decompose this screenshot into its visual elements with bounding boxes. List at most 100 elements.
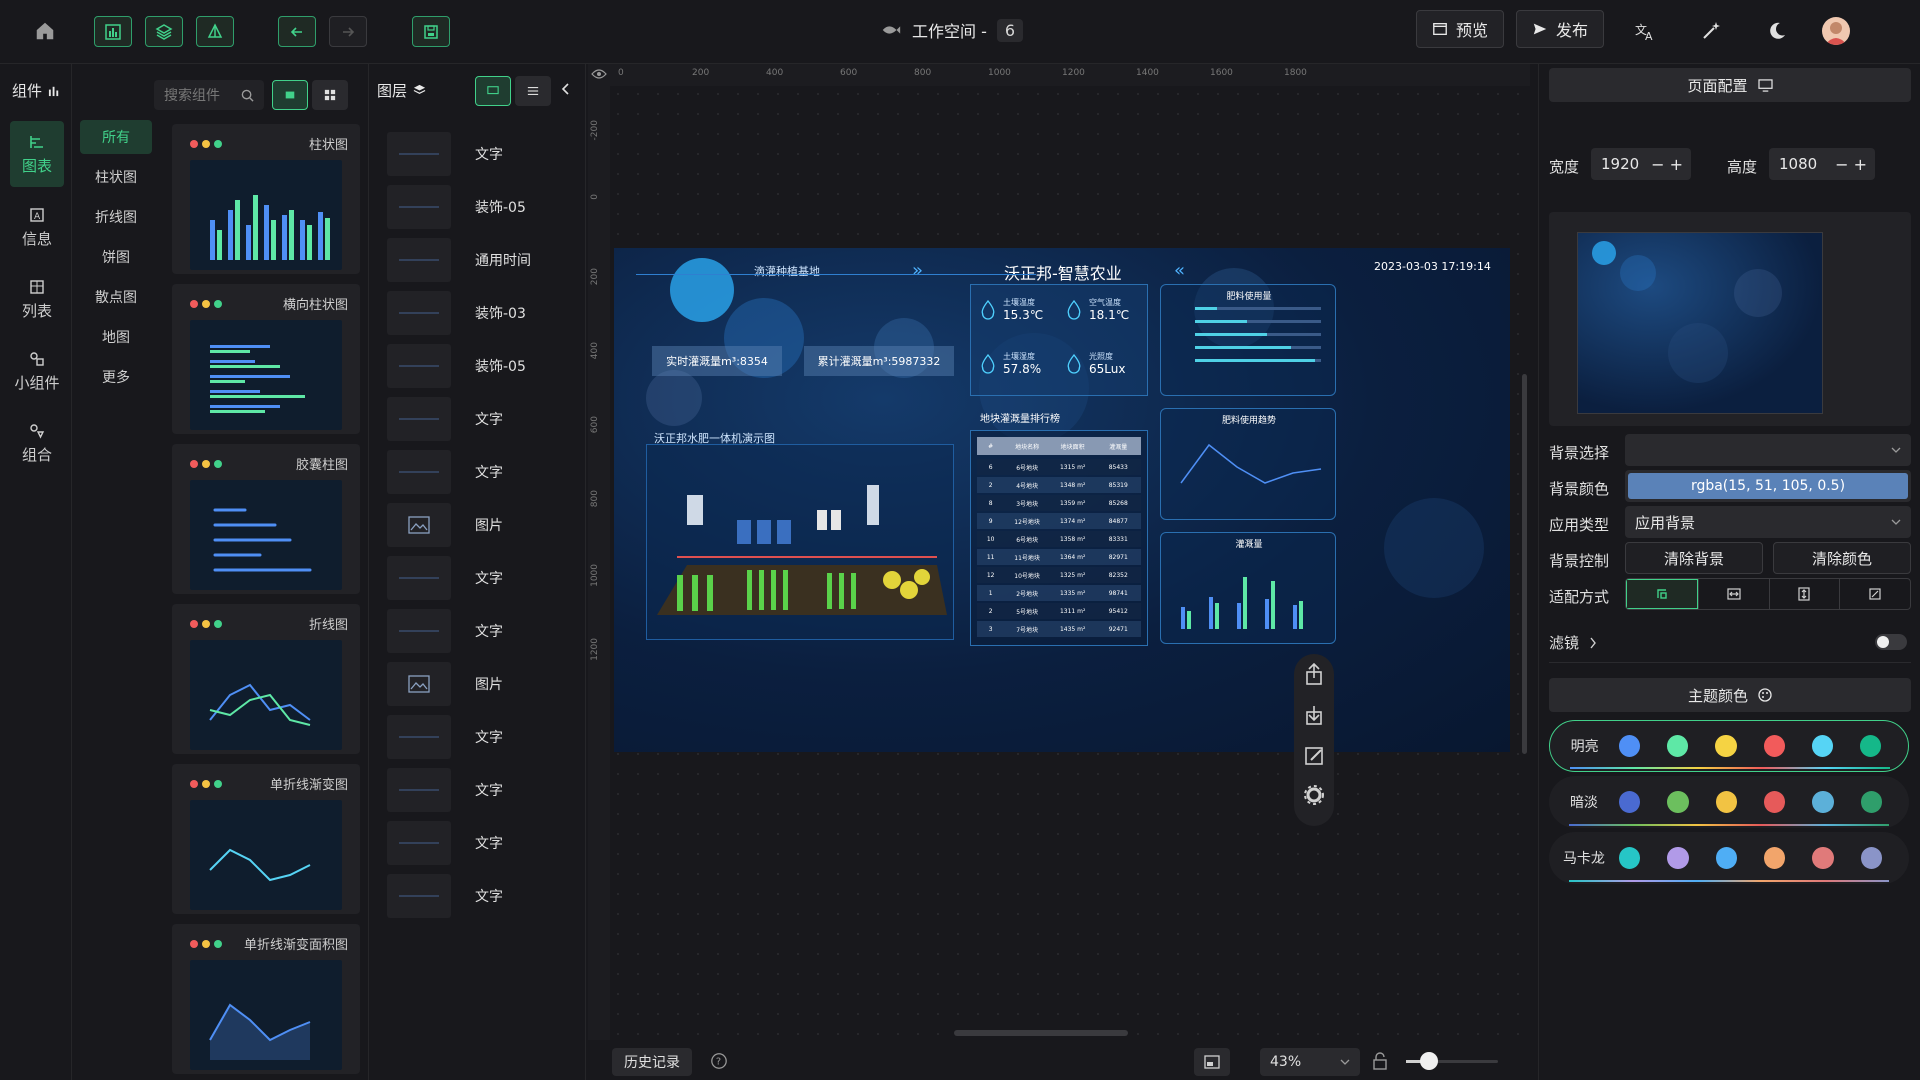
category-all[interactable]: 所有 [80,120,152,154]
layer-item[interactable]: 装饰-05 [387,342,577,390]
layer-item[interactable]: 装饰-03 [387,289,577,337]
theme-swatch [1811,735,1833,757]
home-icon[interactable] [34,20,58,44]
double-chevron-right-icon: » [912,260,924,281]
theme-option[interactable]: 暗淡 [1549,776,1909,828]
width-input[interactable]: 1920 − + [1591,148,1691,180]
apply-type-select[interactable]: 应用背景 [1625,506,1911,538]
layer-item[interactable]: 文字 [387,819,577,867]
dashboard-preview[interactable]: 滴灌种植基地 » 沃正邦-智慧农业 « 2023-03-03 17:19:14 … [614,248,1510,752]
widget-card-gradient-line[interactable]: 单折线渐变图 [172,764,360,914]
edit-icon[interactable] [1299,740,1329,774]
theme-option[interactable]: 明亮 [1549,720,1909,772]
avatar[interactable] [1822,17,1850,45]
layer-item[interactable]: 图片 [387,660,577,708]
preview-button[interactable]: 预览 [1416,10,1504,48]
height-input[interactable]: 1080 − + [1769,148,1875,180]
theme-option[interactable]: 马卡龙 [1549,832,1909,884]
category-bar[interactable]: 柱状图 [80,160,152,194]
card-view-button[interactable] [272,80,308,110]
theme-gradient-bar [1569,880,1889,882]
editor-canvas[interactable]: 0 200 400 600 800 1000 1200 1400 1600 1800 -200 0 2… [588,64,1530,1080]
category-line[interactable]: 折线图 [80,200,152,234]
ruler-tick: 200 [590,268,600,286]
collapse-chevron-icon[interactable] [559,82,573,100]
category-map[interactable]: 地图 [80,320,152,354]
filter-label: 滤镜 [1549,634,1580,652]
moon-icon[interactable] [1766,20,1788,46]
help-icon[interactable]: ? [710,1052,728,1074]
zoom-slider-handle[interactable] [1420,1052,1438,1070]
layer-item[interactable]: 文字 [387,130,577,178]
layer-item[interactable]: 装饰-05 [387,183,577,231]
translate-icon[interactable]: 文A [1634,20,1656,46]
component-search-input[interactable]: 搜索组件 [154,80,264,110]
category-more[interactable]: 更多 [80,360,152,394]
layer-list-view-button[interactable] [515,76,551,106]
layer-name: 图片 [475,518,503,534]
height-stepper[interactable]: − + [1835,155,1867,174]
history-button[interactable]: 历史记录 [612,1048,692,1076]
gear-icon[interactable] [1299,780,1329,814]
widget-card-horizontal-bar[interactable]: 横向柱状图 [172,284,360,434]
lock-icon[interactable] [1372,1052,1388,1074]
height-label: 高度 [1727,158,1758,176]
download-icon[interactable] [1299,700,1329,734]
ranking-header: # 地块名称 地块面积 灌溉量 [977,437,1141,455]
save-button[interactable] [412,16,450,47]
layer-item[interactable]: 文字 [387,872,577,920]
zoom-select[interactable]: 43% [1260,1048,1360,1076]
widget-card-capsule-bar[interactable]: 胶囊柱图 [172,444,360,594]
layer-item[interactable]: 文字 [387,607,577,655]
chart-toggle-button[interactable] [94,16,132,47]
horizontal-scrollbar[interactable] [954,1030,1128,1036]
layer-item[interactable]: 文字 [387,713,577,761]
bg-select-dropdown[interactable] [1625,434,1911,466]
style-toggle-button[interactable] [196,16,234,47]
publish-button[interactable]: 发布 [1516,10,1604,48]
fit-height-button[interactable] [1768,579,1840,609]
category-scatter[interactable]: 散点图 [80,280,152,314]
category-pie[interactable]: 饼图 [80,240,152,274]
table-cell: 10 [986,535,995,543]
theme-color-tab[interactable]: 主题颜色 [1549,678,1911,712]
filter-toggle[interactable] [1875,634,1907,650]
layer-item[interactable]: 通用时间 [387,236,577,284]
nav-widgets[interactable]: 小组件 [10,338,64,404]
redo-button[interactable] [329,16,367,47]
bg-color-input[interactable]: rgba(15, 51, 105, 0.5) [1625,470,1911,502]
widget-card-gradient-area[interactable]: 单折线渐变面积图 [172,924,360,1074]
layers-toggle-button[interactable] [145,16,183,47]
farm-illustration [657,485,947,615]
magic-wand-icon[interactable] [1700,20,1722,46]
layer-item[interactable]: 文字 [387,554,577,602]
fit-full-button[interactable] [1839,579,1910,609]
vertical-scrollbar[interactable] [1522,374,1527,754]
nav-info[interactable]: A 信息 [10,194,64,260]
filter-row[interactable]: 滤镜 [1549,632,1597,653]
nav-combos[interactable]: 组合 [10,410,64,476]
clear-background-button[interactable]: 清除背景 [1625,542,1763,574]
widget-card-bar[interactable]: 柱状图 [172,124,360,274]
layer-item[interactable]: 文字 [387,448,577,496]
minimap-button[interactable] [1194,1048,1230,1076]
widget-card-line[interactable]: 折线图 [172,604,360,754]
fit-width-button[interactable] [1697,579,1769,609]
layer-item[interactable]: 图片 [387,501,577,549]
undo-button[interactable] [278,16,316,47]
nav-list[interactable]: 列表 [10,266,64,332]
width-stepper[interactable]: − + [1651,155,1683,174]
layer-item[interactable]: 文字 [387,766,577,814]
nav-charts[interactable]: 图表 [10,121,64,187]
eye-icon[interactable] [591,68,607,84]
clear-color-button[interactable]: 清除颜色 [1773,542,1911,574]
theme-swatch [1860,847,1883,869]
background-preview-image[interactable] [1577,232,1823,414]
fit-default-button[interactable] [1626,579,1698,609]
layer-item[interactable]: 文字 [387,395,577,443]
layer-thumb-view-button[interactable] [475,76,511,106]
upload-icon[interactable] [1299,660,1329,694]
table-row: 2 4号地块 1348 m² 85319 [977,477,1141,493]
page-config-tab[interactable]: 页面配置 [1549,68,1911,102]
grid-view-button[interactable] [312,80,348,110]
